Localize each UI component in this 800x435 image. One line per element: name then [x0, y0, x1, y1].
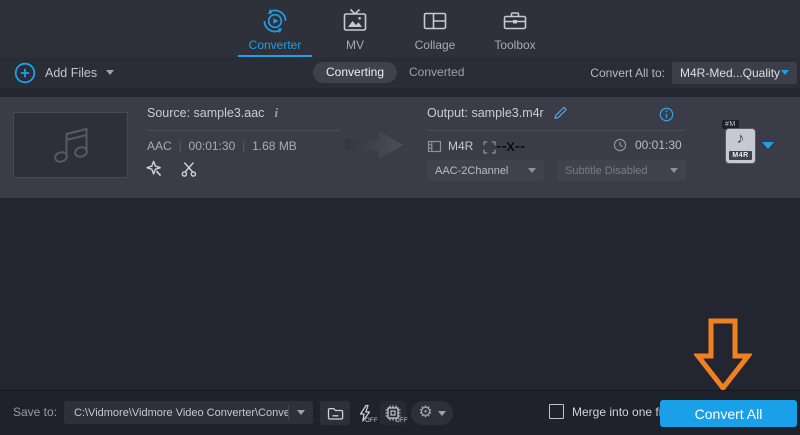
output-format-value: M4R	[448, 139, 473, 153]
output-profile-value: M4R-Med...Quality	[680, 66, 780, 80]
convert-all-to-label: Convert All to:	[590, 66, 665, 80]
audio-track-dropdown[interactable]: AAC-2Channel	[427, 160, 544, 181]
subtitle-caret-icon	[670, 168, 678, 173]
output-info-icon[interactable]	[659, 107, 674, 122]
save-path-field[interactable]: C:\Vidmore\Vidmore Video Converter\Conve…	[64, 401, 313, 424]
gear-icon: ⚙	[418, 405, 432, 421]
output-resolution-group: --x--	[483, 138, 525, 156]
collage-grid-icon	[421, 6, 449, 36]
output-line: Output: sample3.m4r	[427, 105, 568, 120]
merge-label: Merge into one file	[572, 405, 671, 419]
gpu-acceleration-button[interactable]: OFF	[380, 401, 406, 425]
meta-separator: |	[179, 140, 182, 152]
output-profile-dropdown[interactable]: M4R-Med...Quality	[672, 62, 797, 84]
chip-off-label: OFF	[395, 418, 408, 424]
convert-all-to-group: Convert All to: M4R-Med...Quality	[590, 57, 797, 88]
music-note-icon	[45, 121, 97, 169]
audio-thumbnail	[13, 112, 128, 178]
subtitle-value: Subtitle Disabled	[565, 165, 648, 177]
settings-button[interactable]: ⚙	[411, 401, 453, 425]
output-duration-group: 00:01:30	[613, 138, 682, 152]
source-format: AAC	[147, 139, 172, 153]
tab-collage-label: Collage	[415, 38, 456, 52]
format-caret-icon[interactable]	[762, 142, 774, 149]
main-nav-tabs: Converter MV	[235, 0, 555, 57]
media-file-row: Source: sample3.aac i AAC | 00:01:30 | 1…	[0, 97, 800, 198]
tab-toolbox[interactable]: Toolbox	[475, 0, 555, 57]
path-field-divider	[288, 405, 289, 420]
rename-pencil-icon[interactable]	[553, 105, 568, 120]
source-duration: 00:01:30	[189, 139, 236, 153]
converter-sync-play-icon	[261, 6, 289, 36]
cut-scissors-icon[interactable]	[179, 159, 199, 179]
output-format-group: M4R	[427, 138, 473, 154]
resolution-expand-icon	[483, 141, 496, 154]
save-path-caret-icon[interactable]	[297, 410, 305, 415]
tab-converter[interactable]: Converter	[235, 0, 315, 57]
hardware-acceleration-button[interactable]: OFF	[352, 401, 376, 425]
merge-checkbox[interactable]	[549, 404, 564, 419]
film-icon	[427, 139, 442, 154]
bottom-bar: Save to: C:\Vidmore\Vidmore Video Conver…	[0, 390, 800, 435]
file-icon-note-glyph: ♪	[726, 130, 755, 147]
tab-mv[interactable]: MV	[315, 0, 395, 57]
audio-track-value: AAC-2Channel	[435, 165, 508, 177]
open-folder-button[interactable]	[320, 401, 350, 425]
subtitle-dropdown[interactable]: Subtitle Disabled	[557, 160, 686, 181]
tab-converter-label: Converter	[249, 38, 302, 52]
audio-track-caret-icon	[528, 168, 536, 173]
output-divider	[427, 130, 685, 131]
mv-tv-icon	[341, 6, 369, 36]
output-format-file-icon[interactable]: ♪ M4R	[726, 129, 755, 163]
format-tooltip-tag: #M	[722, 120, 739, 129]
source-to-output-arrow-icon	[345, 130, 405, 165]
save-to-label: Save to:	[13, 405, 57, 419]
source-filename: Source: sample3.aac	[147, 106, 264, 120]
tab-collage[interactable]: Collage	[395, 0, 475, 57]
tab-converting[interactable]: Converting	[313, 62, 397, 83]
source-info-icon[interactable]: i	[274, 105, 278, 121]
add-files-label: Add Files	[45, 66, 97, 80]
source-meta: AAC | 00:01:30 | 1.68 MB	[147, 139, 297, 153]
meta-separator: |	[242, 140, 245, 152]
settings-caret-icon	[438, 411, 446, 416]
app-window: Converter MV	[0, 0, 800, 435]
tab-converted[interactable]: Converted	[409, 57, 464, 88]
profile-caret-icon	[781, 70, 789, 75]
edit-tools	[144, 159, 199, 179]
source-line: Source: sample3.aac i	[147, 105, 278, 121]
file-icon-format-badge: M4R	[729, 151, 752, 160]
add-files-caret-icon	[106, 70, 114, 75]
folder-icon	[327, 406, 344, 421]
output-resolution-value: --x--	[496, 138, 525, 156]
output-filename: Output: sample3.m4r	[427, 106, 544, 120]
clock-icon	[613, 138, 627, 152]
save-path-value: C:\Vidmore\Vidmore Video Converter\Conve…	[64, 407, 288, 419]
tab-mv-label: MV	[346, 38, 364, 52]
source-size: 1.68 MB	[252, 139, 297, 153]
annotation-arrow-down	[694, 318, 752, 397]
effects-wand-icon[interactable]	[144, 159, 164, 179]
merge-option[interactable]: Merge into one file	[549, 404, 671, 419]
output-duration-value: 00:01:30	[635, 138, 682, 152]
toolbox-briefcase-icon	[501, 6, 529, 36]
secondary-toolbar: Add Files Converting Converted Convert A…	[0, 57, 800, 88]
add-files-button[interactable]: Add Files	[14, 57, 114, 88]
bolt-off-label: OFF	[365, 418, 378, 424]
source-divider	[147, 130, 340, 131]
add-files-plus-icon	[14, 62, 36, 84]
convert-all-button[interactable]: Convert All	[660, 400, 797, 427]
main-nav-bar: Converter MV	[0, 0, 800, 57]
tab-toolbox-label: Toolbox	[494, 38, 535, 52]
content-area: Source: sample3.aac i AAC | 00:01:30 | 1…	[0, 88, 800, 390]
